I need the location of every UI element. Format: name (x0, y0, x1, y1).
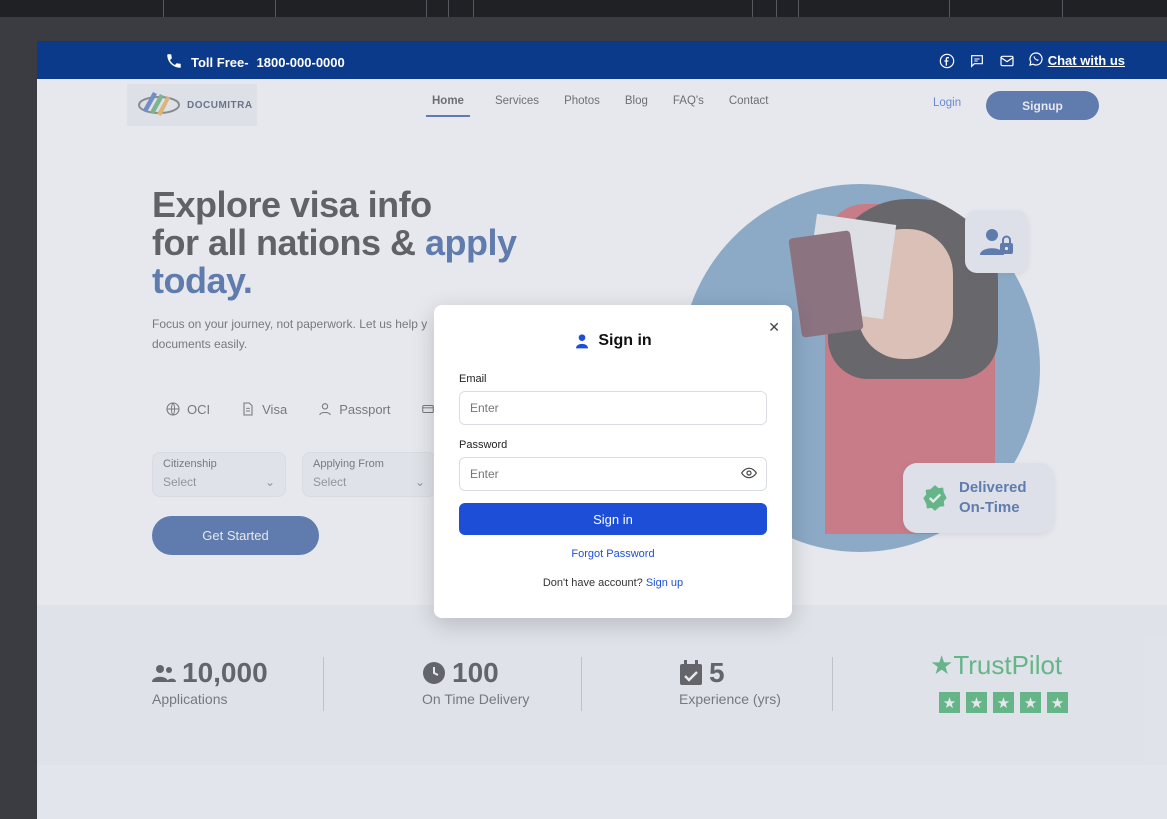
email-field[interactable] (459, 391, 767, 425)
toll-number[interactable]: 1800-000-0000 (257, 55, 345, 70)
forgot-password-link[interactable]: Forgot Password (434, 548, 792, 560)
toll-free: Toll Free- 1800-000-0000 (165, 52, 345, 73)
eye-icon[interactable] (740, 465, 758, 486)
top-contact-bar: Toll Free- 1800-000-0000 Chat with us (37, 41, 1167, 79)
message-icon[interactable] (968, 52, 986, 70)
whatsapp-icon (1028, 51, 1044, 70)
password-field[interactable] (459, 457, 767, 491)
modal-title-text: Sign in (598, 332, 652, 349)
modal-title: Sign in (434, 332, 792, 350)
sign-up-link[interactable]: Sign up (646, 577, 683, 589)
no-account-label: Don't have account? (542, 577, 643, 589)
sign-in-button[interactable]: Sign in (459, 503, 767, 535)
chat-with-us-link[interactable]: Chat with us (1028, 51, 1125, 70)
email-label: Email (459, 373, 487, 385)
facebook-icon[interactable] (938, 52, 956, 70)
phone-icon (165, 52, 183, 73)
window-gap (37, 18, 1167, 41)
left-gutter (0, 18, 37, 819)
social-links: Chat with us (938, 51, 1125, 70)
mail-icon[interactable] (998, 52, 1016, 70)
password-label: Password (459, 439, 508, 451)
sign-in-modal: ✕ Sign in Email Password Sign in Forgot … (434, 305, 792, 618)
browser-tab-strip (0, 0, 1167, 18)
password-wrapper (434, 457, 792, 491)
user-icon (576, 334, 589, 349)
toll-label: Toll Free- (191, 55, 249, 70)
no-account-text: Don't have account? Sign up (434, 577, 792, 589)
chat-label: Chat with us (1047, 53, 1125, 68)
